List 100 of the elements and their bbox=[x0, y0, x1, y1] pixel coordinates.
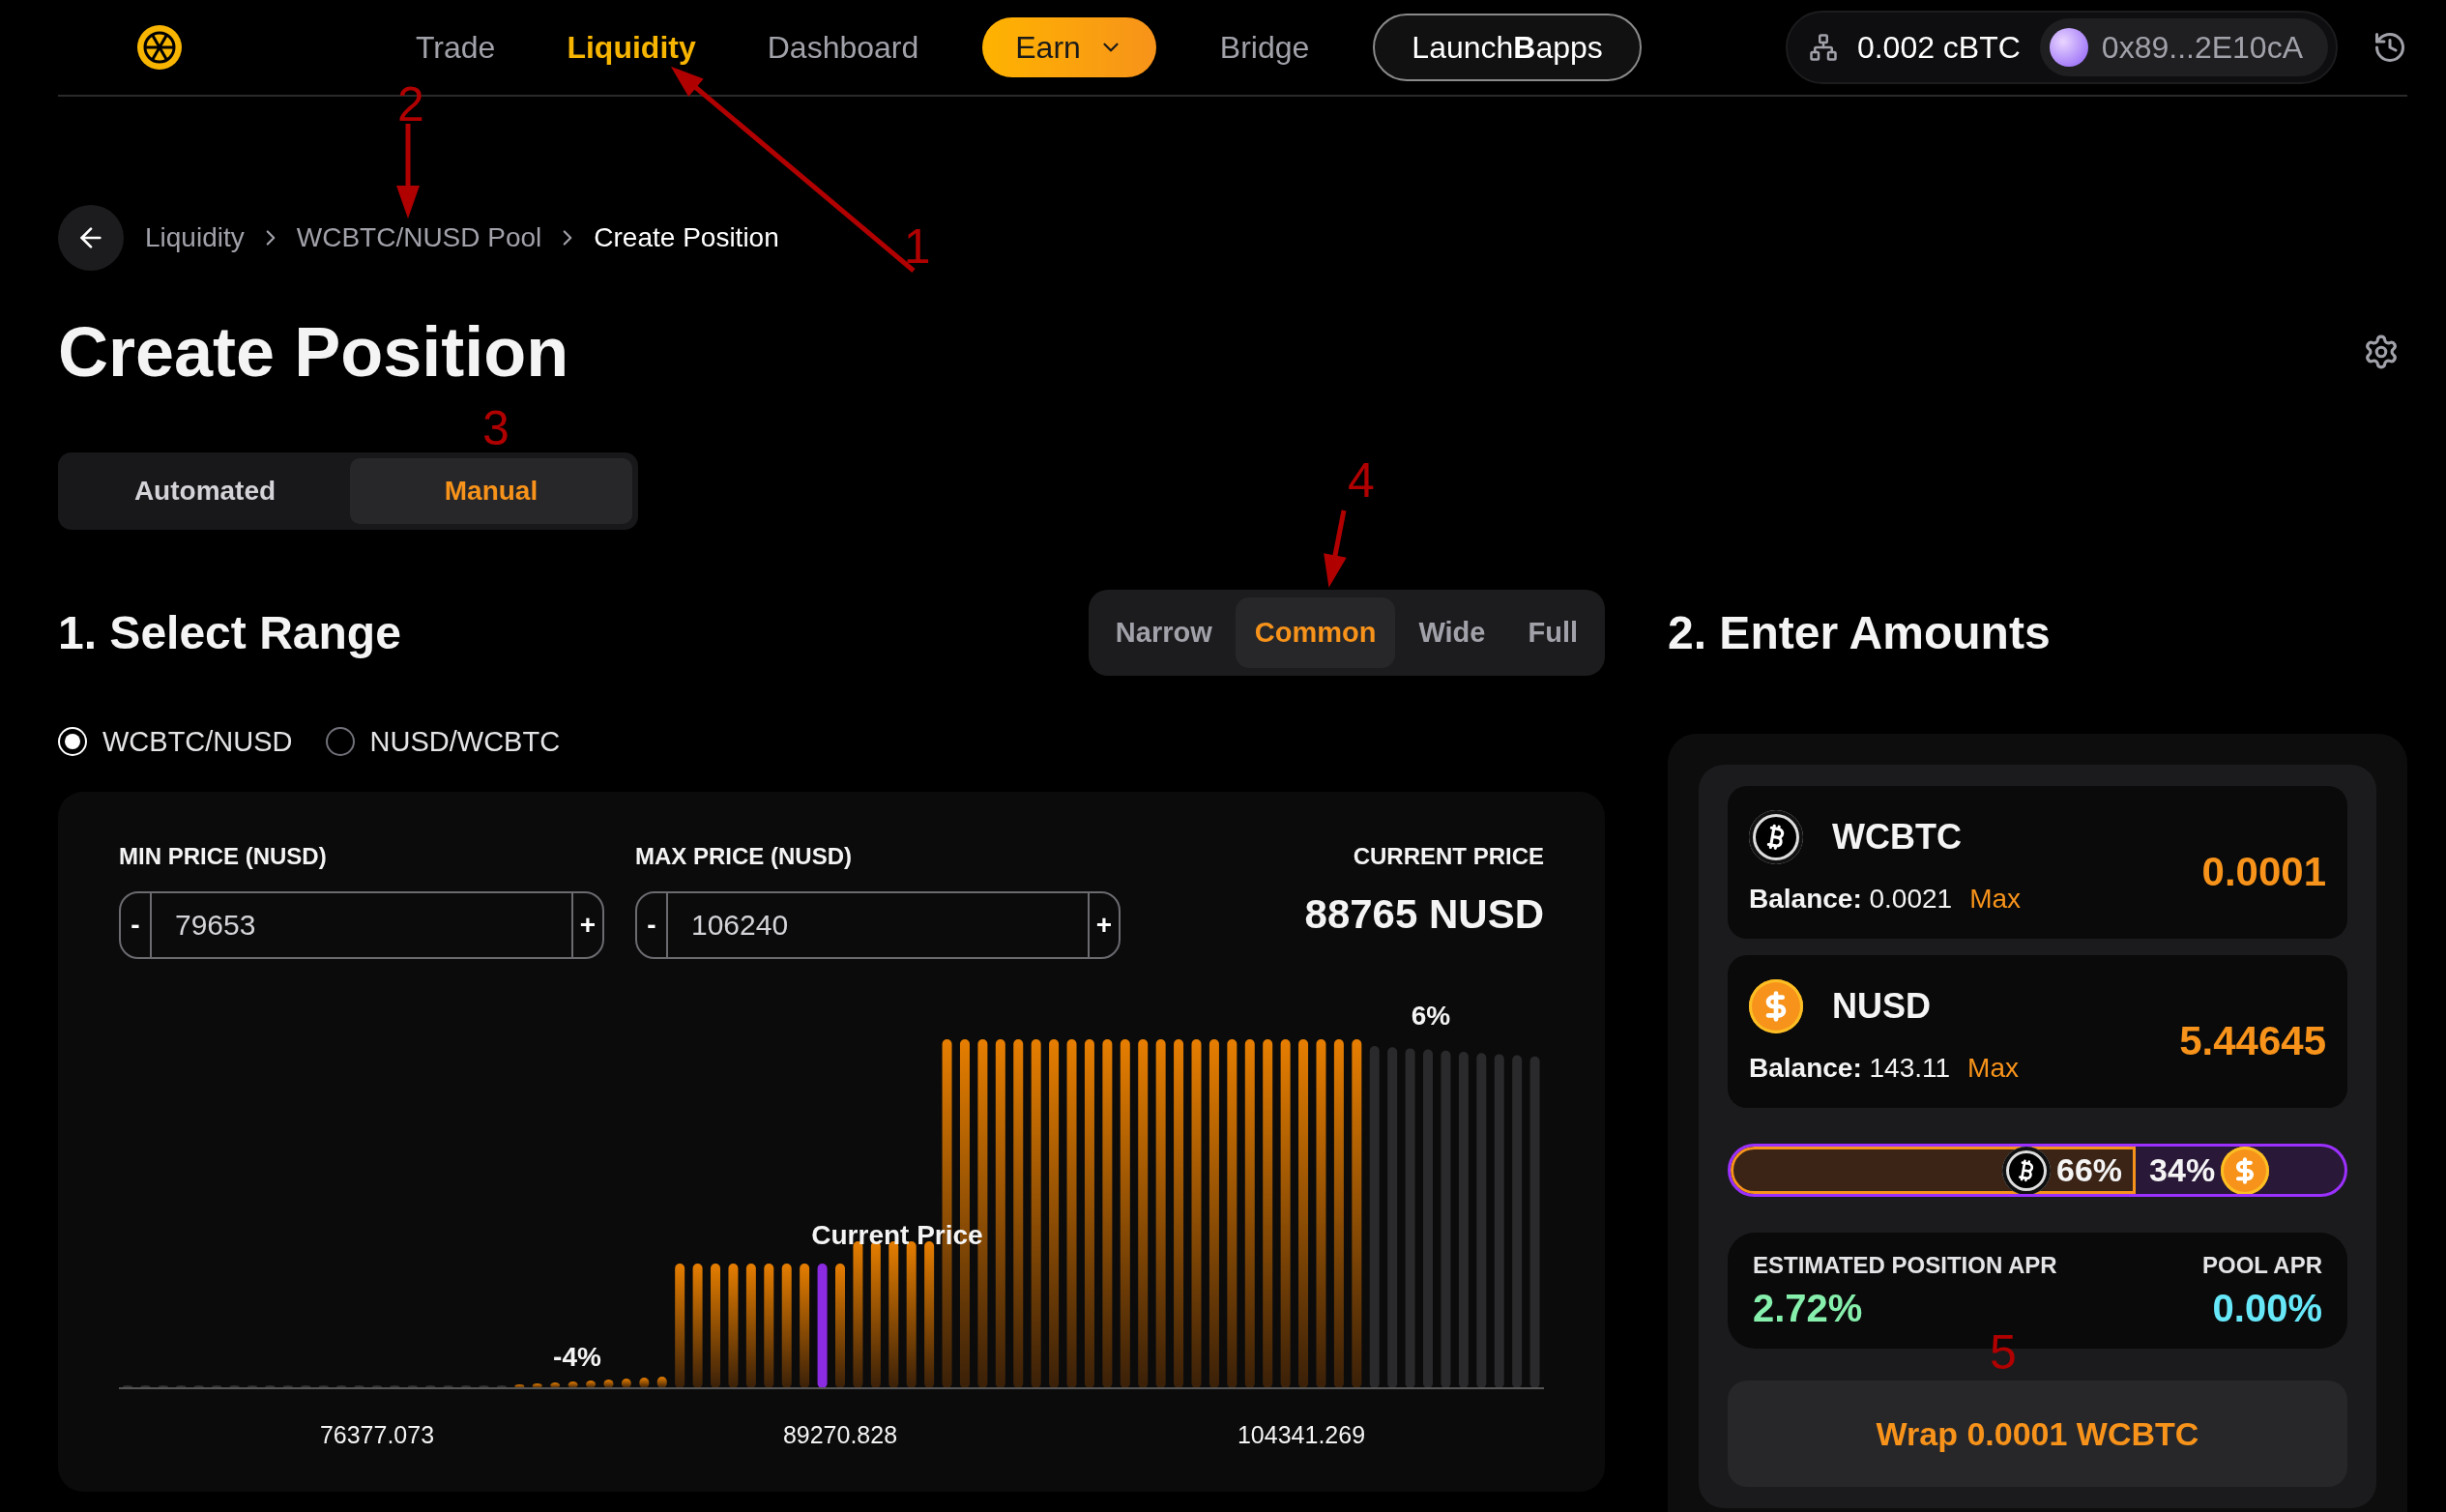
increment-button[interactable]: + bbox=[1090, 893, 1119, 957]
section-title: 2. Enter Amounts bbox=[1668, 606, 2051, 659]
annotation-number: 1 bbox=[903, 219, 931, 274]
wallet-address-button[interactable]: 0x89...2E10cA bbox=[2039, 18, 2328, 76]
annotation-number: 3 bbox=[482, 401, 510, 455]
histogram-bar bbox=[496, 1385, 507, 1388]
decrement-button[interactable]: - bbox=[637, 893, 666, 957]
axis-label: 76377.073 bbox=[319, 1421, 435, 1448]
price-stepper[interactable]: - 79653 + bbox=[119, 891, 604, 959]
max-link[interactable]: Max bbox=[1967, 1053, 2019, 1084]
field-label: MIN PRICE (NUSD) bbox=[119, 843, 328, 870]
range-preset-tab[interactable]: Full bbox=[1508, 597, 1597, 668]
histogram-bar bbox=[354, 1385, 364, 1388]
apr-value: 0.00% bbox=[2212, 1286, 2322, 1330]
annotation-number: 5 bbox=[1990, 1325, 2017, 1380]
token-amount[interactable]: 0.0001 bbox=[2201, 849, 2326, 895]
histogram-bar bbox=[212, 1385, 222, 1388]
mode-tab[interactable]: Automated bbox=[64, 458, 346, 524]
histogram-bar bbox=[318, 1385, 329, 1388]
histogram-bar bbox=[282, 1385, 293, 1388]
avatar-icon bbox=[2049, 28, 2088, 67]
dollar-coin-icon bbox=[1749, 979, 1803, 1033]
token-amount[interactable]: 5.44645 bbox=[2179, 1018, 2326, 1064]
histogram-bar bbox=[603, 1380, 614, 1388]
chart-marker-label: Current Price bbox=[811, 1220, 983, 1250]
radio-label: WCBTC/NUSD bbox=[102, 725, 293, 758]
axis-label: 104341.269 bbox=[1237, 1421, 1366, 1448]
logo-icon[interactable] bbox=[135, 23, 184, 72]
histogram-bar bbox=[532, 1383, 542, 1388]
breadcrumb-link[interactable]: Create Position bbox=[594, 222, 779, 253]
range-preset-tab[interactable]: Narrow bbox=[1095, 597, 1232, 668]
apr-value: 2.72% bbox=[1753, 1286, 1863, 1330]
chart-marker-label: 6% bbox=[1411, 1002, 1451, 1031]
histogram-bar bbox=[425, 1385, 436, 1388]
histogram-bar bbox=[639, 1378, 650, 1388]
histogram-bar bbox=[265, 1385, 276, 1388]
settings-icon[interactable] bbox=[2363, 334, 2400, 370]
histogram-bar bbox=[407, 1385, 418, 1388]
radio-button[interactable] bbox=[325, 727, 355, 756]
histogram-bar bbox=[301, 1385, 311, 1388]
current-price-value: 88765 NUSD bbox=[1304, 891, 1544, 938]
histogram-bar bbox=[621, 1379, 631, 1388]
histogram-bar bbox=[248, 1385, 257, 1388]
annotation-number: 4 bbox=[1348, 453, 1375, 508]
wrap-button[interactable]: Wrap 0.0001 WCBTC bbox=[1728, 1381, 2347, 1487]
annotation-number: 2 bbox=[397, 77, 424, 131]
histogram-bar bbox=[390, 1385, 400, 1388]
histogram-bar bbox=[550, 1382, 561, 1388]
token-symbol: WCBTC bbox=[1832, 817, 1962, 858]
breadcrumb-link[interactable]: WCBTC/NUSD Pool bbox=[296, 222, 542, 253]
price-input[interactable]: 79653 bbox=[150, 893, 573, 957]
chart-marker-label: -4% bbox=[553, 1342, 601, 1372]
histogram-bar bbox=[158, 1385, 168, 1388]
mode-tab[interactable]: Manual bbox=[350, 458, 632, 524]
wallet-balance: 0.002 cBTC bbox=[1856, 29, 2021, 66]
field-label: MAX PRICE (NUSD) bbox=[635, 843, 853, 870]
ratio-percent: 66% bbox=[2056, 1151, 2123, 1189]
radio-label: NUSD/WCBTC bbox=[369, 725, 561, 758]
breadcrumb-link[interactable]: Liquidity bbox=[145, 222, 245, 253]
price-stepper[interactable]: - 106240 + bbox=[635, 891, 1121, 959]
range-preset-tab[interactable]: Wide bbox=[1399, 597, 1505, 668]
nav-link[interactable]: Liquidity bbox=[559, 29, 704, 66]
histogram-bar bbox=[568, 1381, 578, 1388]
decrement-button[interactable]: - bbox=[121, 893, 150, 957]
launch-apps-button[interactable]: LaunchBapps bbox=[1373, 14, 1642, 81]
nav-link[interactable]: Dashboard bbox=[759, 29, 927, 66]
histogram-bar bbox=[656, 1377, 667, 1388]
nav-link[interactable]: Bridge bbox=[1211, 29, 1318, 66]
price-input[interactable]: 106240 bbox=[666, 893, 1090, 957]
field-label: CURRENT PRICE bbox=[1353, 843, 1544, 870]
section-title: 1. Select Range bbox=[58, 606, 401, 659]
bitcoin-coin-icon bbox=[1749, 810, 1803, 864]
page-title: Create Position bbox=[58, 312, 569, 393]
histogram-bar bbox=[443, 1385, 453, 1388]
histogram-bar bbox=[140, 1385, 151, 1388]
dollar-coin-icon bbox=[2221, 1147, 2270, 1194]
histogram-bar bbox=[123, 1385, 132, 1388]
histogram-bar bbox=[193, 1385, 204, 1388]
histogram-bar bbox=[461, 1385, 472, 1388]
token-symbol: NUSD bbox=[1832, 986, 1931, 1027]
histogram-bar bbox=[371, 1385, 382, 1388]
max-link[interactable]: Max bbox=[1969, 884, 2022, 915]
histogram-bar bbox=[176, 1385, 187, 1388]
histogram-bar bbox=[229, 1385, 240, 1388]
balance-text: Balance: 143.11 bbox=[1749, 1053, 1951, 1084]
range-preset-tab[interactable]: Common bbox=[1235, 597, 1396, 668]
nav-link[interactable]: Trade bbox=[408, 29, 504, 66]
histogram-bar bbox=[336, 1385, 347, 1388]
ratio-percent: 34% bbox=[2149, 1151, 2216, 1189]
axis-label: 89270.828 bbox=[782, 1421, 898, 1448]
histogram-bar bbox=[586, 1381, 597, 1388]
history-icon[interactable] bbox=[2373, 30, 2407, 65]
increment-button[interactable]: + bbox=[573, 893, 602, 957]
histogram-bar bbox=[479, 1385, 489, 1388]
earn-button[interactable]: Earn bbox=[982, 17, 1156, 77]
balance-text: Balance: 0.0021 bbox=[1749, 884, 1953, 915]
apr-label: ESTIMATED POSITION APR bbox=[1753, 1251, 2057, 1279]
histogram-bar bbox=[514, 1384, 525, 1388]
network-icon bbox=[1808, 33, 1838, 62]
apr-label: POOL APR bbox=[2201, 1251, 2322, 1279]
